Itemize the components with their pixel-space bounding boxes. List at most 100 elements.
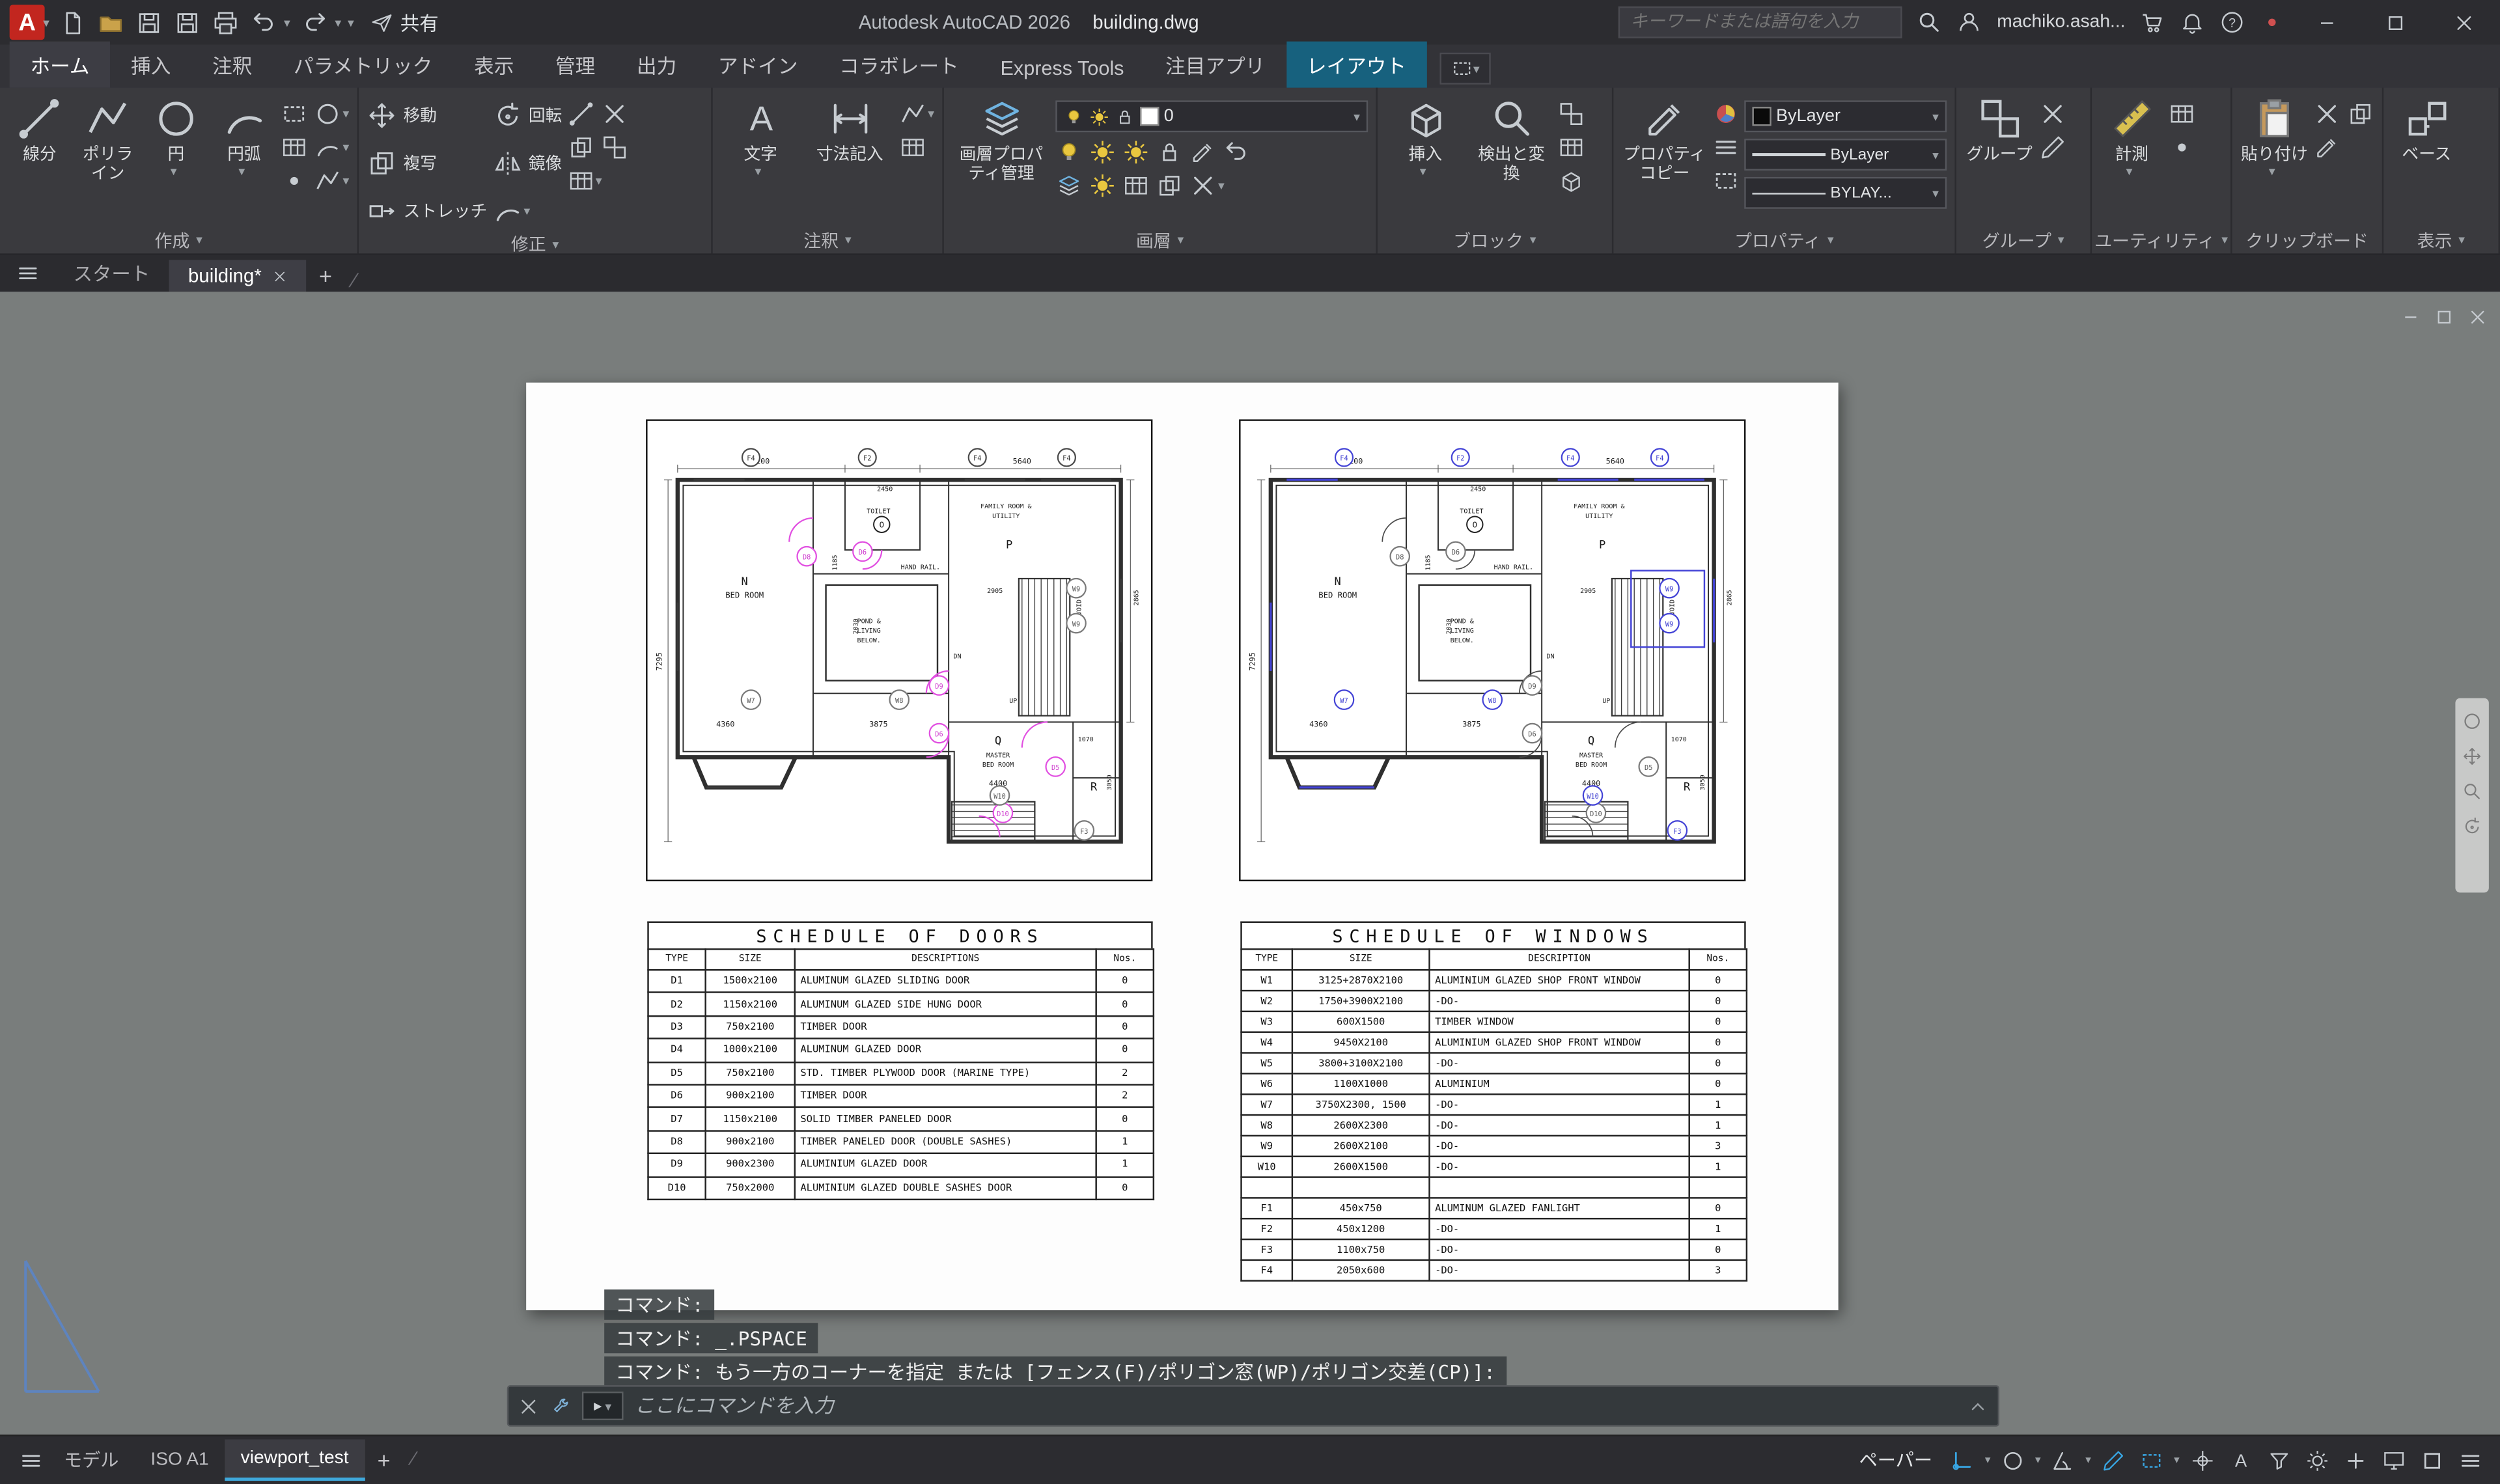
snap-caret[interactable]: ▾ — [2035, 1453, 2041, 1466]
layer-combo-caret[interactable]: ▾ — [1354, 109, 1360, 124]
fillet-button[interactable]: ▾ — [492, 189, 562, 231]
object-isolate-button[interactable] — [2337, 1442, 2372, 1477]
base-button[interactable]: ベース — [2391, 92, 2462, 164]
workspace-button[interactable] — [2299, 1442, 2334, 1477]
tab-insert[interactable]: 挿入 — [110, 42, 191, 88]
layer-combo[interactable]: 0 ▾ — [1055, 100, 1368, 132]
navigation-bar[interactable] — [2455, 698, 2488, 893]
drawing-canvas[interactable]: N BED ROOM TOILET O FAMILY ROOM & UTILIT… — [0, 292, 2500, 1435]
lineweight-combo[interactable]: ByLayer▾ — [1744, 139, 1947, 171]
undo-caret[interactable]: ▾ — [284, 15, 290, 29]
quickcalc-icon[interactable] — [2169, 100, 2196, 128]
layer-thaw-icon[interactable] — [1089, 106, 1110, 127]
panel-block-footer[interactable]: ブロック▾ — [1378, 227, 1612, 254]
match-icon[interactable] — [2313, 134, 2340, 161]
layer-lock-toggle-icon[interactable] — [1156, 139, 1184, 166]
annotation-visibility-button[interactable] — [2223, 1442, 2258, 1477]
tab-home[interactable]: ホーム — [10, 42, 111, 88]
layer-unisolate-icon[interactable] — [1089, 172, 1117, 199]
clean-screen-button[interactable] — [2414, 1442, 2449, 1477]
layer-merge-icon[interactable] — [1156, 172, 1184, 199]
text-caret[interactable]: ▾ — [755, 164, 762, 179]
file-tab-menu-button[interactable] — [0, 255, 54, 292]
measure-button[interactable]: 計測▾ — [2100, 92, 2163, 179]
trim-icon[interactable] — [567, 100, 594, 128]
floor-plan-doors[interactable]: N BED ROOM TOILET O FAMILY ROOM & UTILIT… — [646, 419, 1153, 881]
move-button[interactable]: 移動 — [367, 94, 487, 135]
ellipse-icon[interactable] — [314, 100, 341, 128]
nav-pan-icon[interactable] — [2462, 746, 2482, 767]
layer-prev-icon[interactable] — [1223, 139, 1250, 166]
panel-view-footer[interactable]: 表示▾ — [2383, 227, 2498, 254]
layout-tab-iso-a1[interactable]: ISO A1 — [135, 1441, 225, 1479]
tab-parametric[interactable]: パラメトリック — [273, 42, 453, 88]
ungroup-icon[interactable] — [2039, 100, 2066, 128]
layer-on-icon[interactable] — [1063, 106, 1084, 127]
layer-match-icon[interactable] — [1189, 139, 1217, 166]
doc-close-icon[interactable] — [2468, 308, 2487, 327]
selection-window-button[interactable] — [2134, 1442, 2169, 1477]
doc-restore-icon[interactable] — [2435, 308, 2454, 327]
polar-tracking-button[interactable] — [2046, 1442, 2081, 1477]
rotate-button[interactable]: 回転 — [492, 94, 562, 135]
command-customize-icon[interactable] — [550, 1395, 571, 1416]
tab-featured-apps[interactable]: 注目アプリ — [1145, 42, 1286, 88]
close-button[interactable] — [2436, 1, 2490, 43]
copy-button[interactable]: 複写 — [367, 142, 487, 184]
insert-caret[interactable]: ▾ — [1420, 164, 1426, 179]
leader-caret[interactable]: ▾ — [928, 107, 934, 121]
tab-view[interactable]: 表示 — [453, 42, 535, 88]
draw-more-caret3[interactable]: ▾ — [343, 174, 350, 188]
draw-more-caret1[interactable]: ▾ — [343, 107, 350, 121]
dynamic-input-button[interactable] — [2096, 1442, 2131, 1477]
array-caret[interactable]: ▾ — [596, 174, 602, 188]
leader-icon[interactable] — [899, 100, 926, 128]
close-tab-icon[interactable] — [273, 269, 287, 283]
tab-annotate[interactable]: 注釈 — [191, 42, 273, 88]
layer-delete-icon[interactable] — [1189, 172, 1217, 199]
doc-minimize-icon[interactable] — [2401, 308, 2420, 327]
polyline-button[interactable]: ポリライン — [76, 92, 139, 184]
block-attrib-icon[interactable] — [1558, 134, 1585, 161]
color-wheel-icon[interactable] — [1712, 100, 1740, 128]
object-color-combo[interactable]: ByLayer▾ — [1744, 100, 1947, 132]
layout-tab-viewport-test[interactable]: viewport_test — [225, 1439, 365, 1481]
share-button[interactable]: 共有 — [370, 8, 438, 36]
command-expand-icon[interactable] — [1967, 1395, 1988, 1416]
osnap-tracking-button[interactable] — [2184, 1442, 2219, 1477]
save-as-icon[interactable] — [174, 8, 201, 36]
tab-manage[interactable]: 管理 — [535, 42, 616, 88]
osnap-button[interactable] — [1945, 1442, 1980, 1477]
explode-icon[interactable] — [600, 134, 628, 161]
revcloud-icon[interactable] — [314, 167, 341, 195]
minimize-button[interactable] — [2299, 1, 2353, 43]
linetype-combo[interactable]: BYLAY...▾ — [1744, 177, 1947, 209]
maximize-button[interactable] — [2368, 1, 2422, 43]
properties-list-icon[interactable] — [1712, 134, 1740, 161]
layout-viewport-tool-button[interactable]: ▾ — [1439, 53, 1490, 85]
layer-isolate-icon[interactable] — [1089, 139, 1117, 166]
mirror-button[interactable]: 鏡像 — [492, 142, 562, 184]
panel-modify-footer[interactable]: 修正▾ — [359, 231, 711, 256]
command-close-icon[interactable] — [518, 1395, 539, 1416]
osnap-caret[interactable]: ▾ — [1985, 1453, 1991, 1466]
tab-addins[interactable]: アドイン — [697, 42, 818, 88]
tab-collaborate[interactable]: コラボレート — [818, 42, 979, 88]
layout-menu-button[interactable] — [13, 1442, 48, 1477]
spline-icon[interactable] — [314, 134, 341, 161]
rectangle-icon[interactable] — [281, 100, 308, 128]
stretch-button[interactable]: ストレッチ — [367, 189, 487, 231]
help-icon[interactable] — [2219, 10, 2245, 35]
new-tab-button[interactable]: + — [306, 260, 344, 292]
file-tab-building[interactable]: building* — [169, 260, 307, 292]
dimension-button[interactable]: 寸法記入 — [805, 92, 895, 164]
redo-caret[interactable]: ▾ — [335, 15, 341, 29]
app-menu-button[interactable]: A — [10, 5, 45, 40]
panel-draw-footer[interactable]: 作成▾ — [0, 227, 357, 254]
measure-caret[interactable]: ▾ — [2126, 164, 2133, 179]
block-edit-icon[interactable] — [1558, 100, 1585, 128]
transparency-icon[interactable] — [1712, 167, 1740, 195]
app-menu-caret[interactable]: ▾ — [43, 15, 49, 29]
floor-plan-windows[interactable]: N BED ROOM TOILET O FAMILY ROOM & UTILIT… — [1239, 419, 1746, 881]
customize-button[interactable] — [2452, 1442, 2488, 1477]
